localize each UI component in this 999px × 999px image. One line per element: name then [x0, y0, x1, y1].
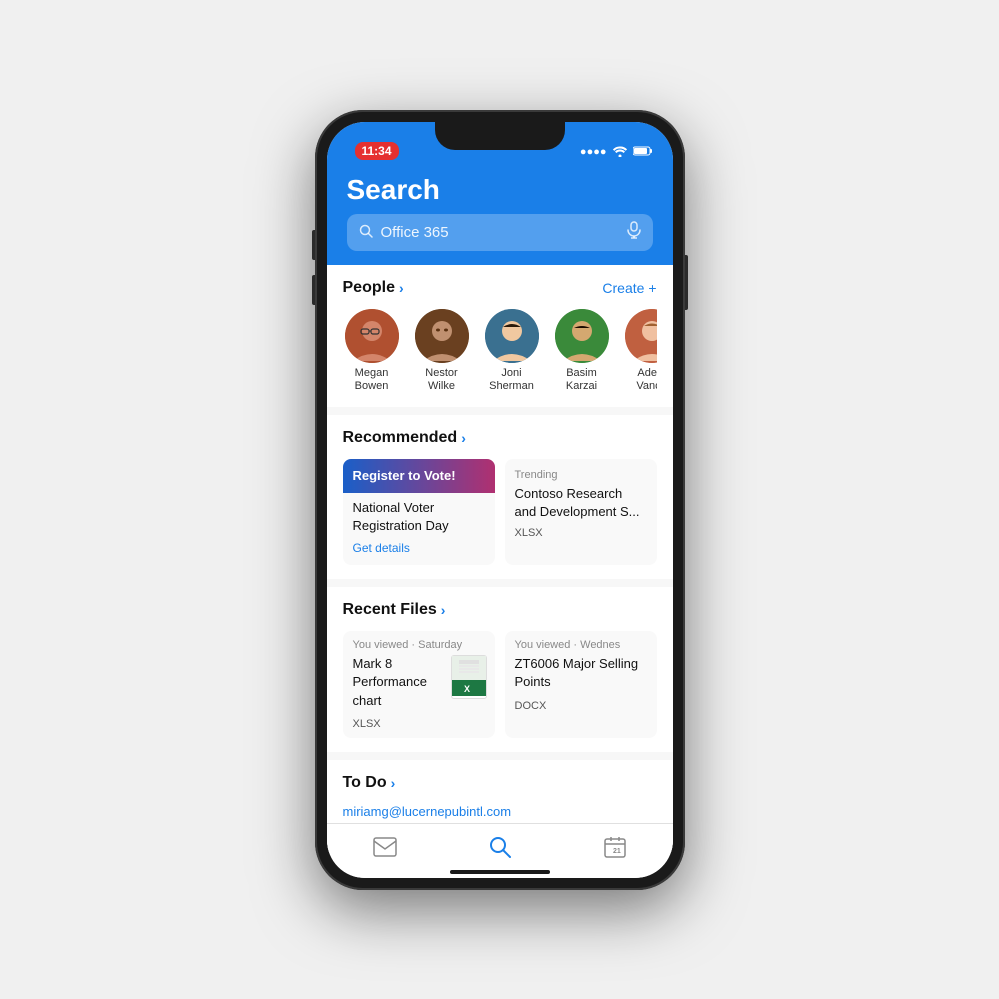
volume-up-button [312, 230, 315, 260]
avatar-basim [555, 309, 609, 363]
search-input-value: Office 365 [381, 224, 619, 241]
nav-search[interactable] [489, 836, 511, 858]
battery-icon [633, 145, 653, 160]
rec-card-2-title: Contoso Research and Development S... [515, 485, 647, 521]
rec-card-1-banner: Register to Vote! [343, 459, 495, 493]
todo-section-header: To Do › [343, 774, 657, 792]
app-header: Search Office 365 [327, 166, 673, 265]
recent-files-title[interactable]: Recent Files › [343, 601, 446, 619]
volume-down-button [312, 275, 315, 305]
home-indicator [450, 870, 550, 874]
rec-card-2-body: Trending Contoso Research and Developmen… [505, 459, 657, 549]
file-2-viewed: You viewed · Wednes [515, 639, 647, 651]
todo-chevron-icon: › [391, 775, 396, 791]
avatar-joni [485, 309, 539, 363]
nav-calendar[interactable]: 21 [604, 836, 626, 858]
avatar-megan [345, 309, 399, 363]
recommended-section: Recommended › Register to Vote! National… [327, 415, 673, 579]
recent-files-section: Recent Files › You viewed · Saturday Mar… [327, 587, 673, 752]
status-icons: ●●●● [580, 145, 653, 160]
person-name-joni: Joni Sherman [489, 367, 534, 393]
avatar-adele [625, 309, 657, 363]
people-section: People › Create + [327, 265, 673, 407]
mic-icon[interactable] [627, 221, 641, 244]
rec-card-2-label: Trending [515, 469, 647, 481]
rec-card-1-link[interactable]: Get details [353, 541, 485, 555]
wifi-icon [612, 145, 628, 160]
rec-card-1-body: National Voter Registration Day Get deta… [343, 493, 495, 565]
recommended-card-1[interactable]: Register to Vote! National Voter Registr… [343, 459, 495, 565]
people-section-title[interactable]: People › [343, 279, 404, 297]
create-button[interactable]: Create + [602, 280, 656, 296]
file-1-viewed: You viewed · Saturday [353, 639, 485, 651]
svg-text:21: 21 [613, 848, 621, 855]
page-title: Search [347, 174, 653, 206]
nav-mail[interactable] [373, 837, 397, 857]
search-bar[interactable]: Office 365 [347, 214, 653, 251]
people-chevron-icon: › [399, 280, 404, 296]
phone-screen: 11:34 ●●●● [327, 122, 673, 878]
person-nestor[interactable]: Nestor Wilke [413, 309, 471, 393]
main-content: People › Create + [327, 265, 673, 852]
rec-card-1-title: National Voter Registration Day [353, 499, 485, 535]
todo-email[interactable]: miriamg@lucernepubintl.com [343, 804, 657, 819]
recent-files-chevron-icon: › [441, 602, 446, 618]
phone-notch [435, 122, 565, 150]
search-icon [359, 224, 373, 241]
recommended-section-header: Recommended › [343, 429, 657, 447]
status-time: 11:34 [355, 142, 399, 160]
rec-card-2-type: XLSX [515, 527, 647, 539]
file-card-2[interactable]: You viewed · Wednes ZT6006 Major Selling… [505, 631, 657, 738]
person-basim[interactable]: Basim Karzai [553, 309, 611, 393]
recommended-chevron-icon: › [461, 430, 466, 446]
rec-card-1-banner-text: Register to Vote! [353, 468, 456, 483]
files-grid: You viewed · Saturday Mark 8 Performance… [343, 631, 657, 738]
person-name-nestor: Nestor Wilke [425, 367, 457, 393]
phone-frame: 11:34 ●●●● [315, 110, 685, 890]
recommended-grid: Register to Vote! National Voter Registr… [343, 459, 657, 565]
person-name-adele: Adele Vance [636, 367, 656, 393]
person-joni[interactable]: Joni Sherman [483, 309, 541, 393]
todo-section-title[interactable]: To Do › [343, 774, 396, 792]
file-card-1[interactable]: You viewed · Saturday Mark 8 Performance… [343, 631, 495, 738]
recent-files-header: Recent Files › [343, 601, 657, 619]
people-list: Megan Bowen [343, 309, 657, 393]
recommended-section-title[interactable]: Recommended › [343, 429, 466, 447]
file-2-type: DOCX [515, 700, 647, 712]
file-1-type: XLSX [353, 718, 485, 730]
svg-text:X: X [464, 684, 470, 694]
avatar-nestor [415, 309, 469, 363]
power-button [685, 255, 688, 310]
person-adele[interactable]: Adele Vance [623, 309, 657, 393]
person-megan[interactable]: Megan Bowen [343, 309, 401, 393]
person-name-megan: Megan Bowen [355, 367, 389, 393]
people-section-header: People › Create + [343, 279, 657, 297]
recommended-card-2[interactable]: Trending Contoso Research and Developmen… [505, 459, 657, 565]
signal-icon: ●●●● [580, 146, 607, 158]
person-name-basim: Basim Karzai [566, 367, 597, 393]
file-1-thumbnail: X [451, 655, 487, 699]
file-2-name: ZT6006 Major Selling Points [515, 655, 647, 691]
